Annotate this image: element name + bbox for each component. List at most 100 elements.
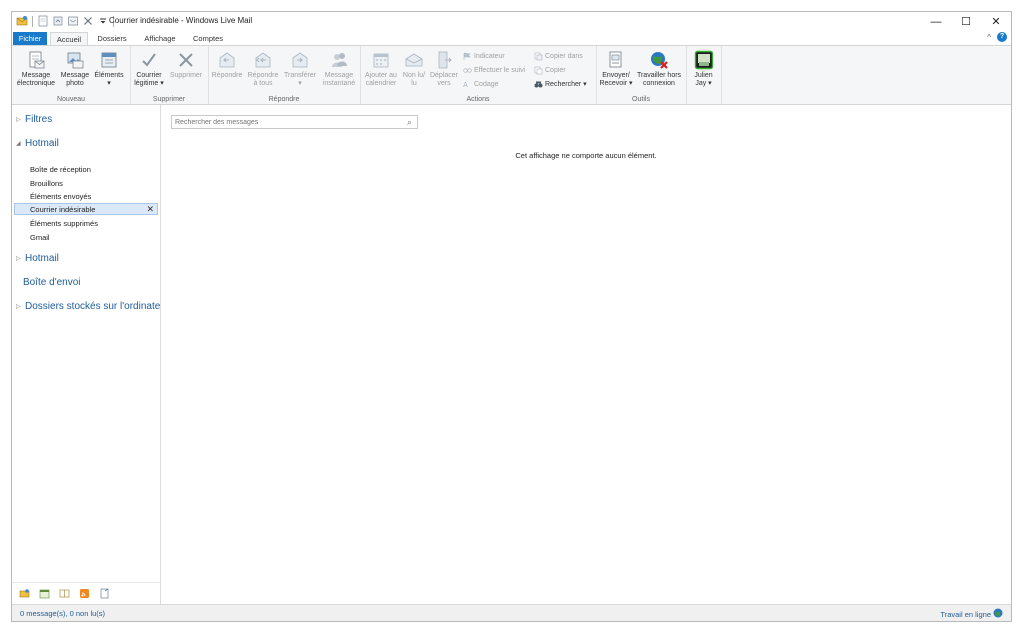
- new-email-label-2: électronique: [16, 80, 56, 87]
- folder-inbox[interactable]: Boîte de réception: [30, 165, 91, 174]
- folder-pane: ▷ Filtres ◢ Hotmail Boîte de réception B…: [12, 105, 169, 604]
- reply-all-button[interactable]: Répondre à tous: [245, 48, 281, 88]
- add-to-calendar-label-1: Ajouter au: [365, 72, 397, 79]
- items-button[interactable]: Éléments ▾: [92, 48, 126, 88]
- status-bar: 0 message(s), 0 non lu(s) Travail en lig…: [12, 604, 1011, 621]
- folder-sent[interactable]: Éléments envoyés: [30, 192, 91, 201]
- help-button[interactable]: ?: [997, 32, 1007, 42]
- encoding-button[interactable]: A Codage: [463, 78, 499, 90]
- flag-label: Indicateur: [474, 52, 505, 60]
- filters-header[interactable]: ▷ Filtres: [16, 114, 52, 125]
- folder-junk-selected[interactable]: Courrier indésirable ✕: [14, 203, 158, 215]
- delete-icon[interactable]: [82, 15, 94, 27]
- send-receive-icon: [606, 50, 626, 70]
- items-label-1: Éléments: [94, 72, 124, 79]
- outbox-header[interactable]: Boîte d'envoi: [23, 277, 81, 288]
- follow-up-button[interactable]: Effectuer le suivi: [463, 64, 525, 76]
- find-icon: [534, 80, 543, 89]
- not-junk-button[interactable]: Courrier légitime ▾: [132, 48, 166, 88]
- instant-message-button[interactable]: Message instantané: [319, 48, 359, 88]
- minimize-button[interactable]: —: [921, 12, 951, 31]
- move-to-button[interactable]: Déplacer vers: [428, 48, 460, 88]
- ribbon-right-controls: ^ ?: [987, 32, 1007, 42]
- connection-status[interactable]: Travail en ligne: [940, 608, 1003, 620]
- maximize-button[interactable]: ☐: [951, 12, 981, 31]
- copy-to-button[interactable]: Copier dans: [534, 50, 583, 62]
- folder-deleted[interactable]: Éléments supprimés: [30, 219, 98, 228]
- local-folders-label: Dossiers stockés sur l'ordinate...: [25, 301, 169, 312]
- tab-dossiers[interactable]: Dossiers: [94, 32, 130, 45]
- mail-app-icon[interactable]: [16, 15, 28, 27]
- tab-comptes[interactable]: Comptes: [189, 32, 227, 45]
- reply-icon[interactable]: [52, 15, 64, 27]
- work-offline-icon: [649, 50, 669, 70]
- search-icon[interactable]: ⌕: [407, 117, 412, 128]
- instant-message-label-2: instantané: [322, 80, 356, 87]
- close-folder-icon[interactable]: ✕: [146, 204, 154, 215]
- new-message-icon[interactable]: [37, 15, 49, 27]
- read-unread-button[interactable]: Non lu/ lu: [400, 48, 428, 88]
- group-repondre: Répondre Répondre à tous Transférer ▾ Me…: [208, 46, 361, 104]
- new-email-button[interactable]: Message électronique: [15, 48, 57, 88]
- tab-file[interactable]: Fichier: [13, 32, 47, 45]
- contacts-view-icon[interactable]: [59, 588, 70, 599]
- folder-gmail[interactable]: Gmail: [30, 233, 50, 242]
- items-icon: [99, 50, 119, 70]
- calendar-view-icon[interactable]: [39, 588, 50, 599]
- send-receive-icon[interactable]: [67, 15, 79, 27]
- newsgroups-view-icon[interactable]: [99, 588, 110, 599]
- folder-drafts[interactable]: Brouillons: [30, 179, 63, 188]
- reply-label: Répondre: [211, 72, 243, 79]
- globe-icon: [993, 608, 1003, 620]
- group-nouveau: Message électronique Message photo Éléme…: [12, 46, 131, 104]
- collapse-ribbon-button[interactable]: ^: [987, 33, 991, 42]
- message-count-status: 0 message(s), 0 non lu(s): [20, 609, 106, 618]
- follow-up-icon: [463, 66, 472, 75]
- flag-button[interactable]: Indicateur: [463, 50, 505, 62]
- tab-affichage[interactable]: Affichage: [140, 32, 180, 45]
- instant-message-icon: [329, 50, 349, 70]
- dropdown-icon[interactable]: [97, 15, 109, 27]
- account-header-hotmail[interactable]: ◢ Hotmail: [16, 138, 59, 149]
- collapse-arrow-icon: ◢: [16, 141, 21, 147]
- view-switcher: [12, 582, 160, 604]
- photo-message-button[interactable]: Message photo: [59, 48, 91, 88]
- new-email-label-1: Message: [21, 72, 51, 79]
- toolbar-separator: [32, 15, 33, 27]
- local-folders-header[interactable]: ▷ Dossiers stockés sur l'ordinate...: [16, 301, 169, 312]
- search-box: ⌕: [171, 115, 418, 129]
- reply-button[interactable]: Répondre: [210, 48, 244, 80]
- expand-arrow-icon: ▷: [16, 304, 21, 310]
- find-button[interactable]: Rechercher ▾: [534, 78, 587, 90]
- search-input[interactable]: [172, 116, 395, 128]
- copy-to-label: Copier dans: [545, 52, 583, 60]
- close-button[interactable]: ✕: [981, 12, 1011, 31]
- add-to-calendar-button[interactable]: Ajouter au calendrier: [362, 48, 400, 88]
- checkmark-icon: [139, 50, 159, 70]
- ribbon-tabs: Fichier Accueil Dossiers Affichage Compt…: [12, 31, 1011, 45]
- account-header-hotmail-2[interactable]: ▷ Hotmail: [16, 253, 59, 264]
- user-button[interactable]: Julien Jay ▾: [688, 48, 719, 88]
- empty-view-message: Cet affichage ne comporte aucun élément.: [515, 151, 657, 160]
- send-receive-button[interactable]: Envoyer/ Recevoir ▾: [598, 48, 634, 88]
- window-controls: — ☐ ✕: [921, 12, 1011, 31]
- group-caption-repondre: Répondre: [268, 96, 300, 103]
- copy-button[interactable]: Copier: [534, 64, 566, 76]
- new-email-icon: [26, 50, 46, 70]
- forward-button[interactable]: Transférer ▾: [282, 48, 318, 88]
- delete-button[interactable]: Supprimer: [167, 48, 205, 80]
- forward-label-2: ▾: [298, 80, 302, 87]
- folder-junk-label: Courrier indésirable: [30, 205, 96, 214]
- tab-accueil[interactable]: Accueil: [50, 32, 88, 45]
- delete-label: Supprimer: [169, 72, 203, 79]
- feeds-view-icon[interactable]: [79, 588, 90, 599]
- photo-message-label-2: photo: [66, 80, 84, 87]
- group-user: Julien Jay ▾: [686, 46, 722, 104]
- mail-view-icon[interactable]: [19, 588, 30, 599]
- group-supprimer: Courrier légitime ▾ Supprimer Supprimer: [130, 46, 209, 104]
- group-caption-supprimer: Supprimer: [152, 96, 186, 103]
- send-receive-label-1: Envoyer/: [602, 72, 630, 79]
- account-label-hotmail-2: Hotmail: [25, 253, 59, 264]
- work-offline-button[interactable]: Travailler hors connexion: [634, 48, 684, 88]
- move-to-label-1: Déplacer: [429, 72, 458, 79]
